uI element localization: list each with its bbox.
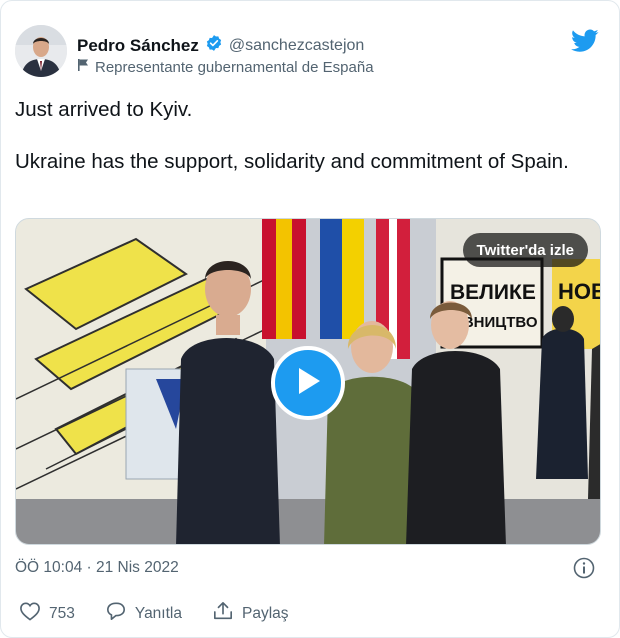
avatar[interactable]	[15, 25, 67, 77]
flag-icon	[77, 58, 89, 76]
reply-button[interactable]: Yanıtla	[105, 601, 182, 626]
banner-side-text: НОВ	[558, 279, 601, 304]
banner-text-1: ВЕЛИКЕ	[450, 281, 536, 304]
author-name[interactable]: Pedro Sánchez	[77, 36, 199, 56]
info-icon[interactable]	[573, 557, 595, 584]
play-icon	[293, 365, 323, 402]
share-label: Paylaş	[241, 604, 289, 622]
play-button[interactable]	[271, 346, 345, 420]
action-bar: 753 Yanıtla Paylaş	[19, 601, 319, 626]
tweet-timestamp[interactable]: ÖÖ 10:04 · 21 Nis 2022	[15, 559, 179, 577]
reply-label: Yanıtla	[134, 604, 182, 622]
government-label[interactable]: Representante gubernamental de España	[95, 59, 374, 76]
tweet-text: Just arrived to Kyiv. Ukraine has the su…	[15, 97, 595, 175]
tweet-line-2: Ukraine has the support, solidarity and …	[15, 150, 569, 173]
like-button[interactable]: 753	[19, 601, 75, 626]
video-player[interactable]: ВЕЛИКЕ ДІВНИЦТВО НОВ Twitter'da izle	[15, 218, 601, 545]
government-label-row: Representante gubernamental de España	[77, 58, 374, 76]
author-row: Pedro Sánchez @sanchezcastejon	[77, 34, 364, 57]
author-handle[interactable]: @sanchezcastejon	[229, 37, 364, 55]
twitter-bird-icon[interactable]	[571, 29, 599, 58]
tweet-blank-line	[15, 123, 595, 149]
share-button[interactable]: Paylaş	[212, 601, 289, 626]
like-count: 753	[49, 604, 75, 622]
tweet-line-1: Just arrived to Kyiv.	[15, 98, 193, 121]
tweet-card: Pedro Sánchez @sanchezcastejon Represent…	[0, 0, 620, 638]
watch-on-twitter-button[interactable]: Twitter'da izle	[462, 233, 588, 267]
share-icon	[212, 601, 234, 626]
reply-icon	[105, 601, 127, 626]
heart-icon	[19, 601, 41, 626]
verified-badge-icon	[205, 34, 223, 57]
